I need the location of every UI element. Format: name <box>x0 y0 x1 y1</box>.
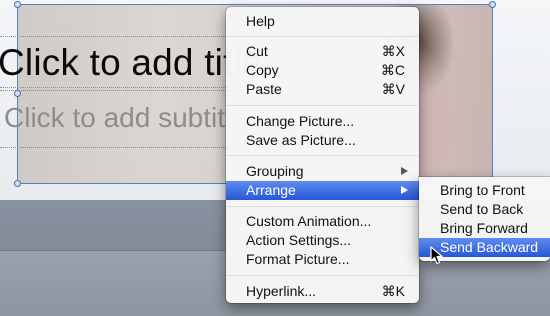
menu-item-label: Action Settings... <box>246 232 352 248</box>
submenu-item-label: Send Backward <box>440 239 539 255</box>
menu-separator <box>227 36 418 37</box>
resize-handle-top-left[interactable] <box>14 1 21 8</box>
menu-item-label: Paste <box>246 81 282 97</box>
context-menu: Help Cut ⌘X Copy ⌘C Paste ⌘V Change Pict… <box>226 7 419 303</box>
menu-item-help[interactable]: Help <box>226 12 419 31</box>
menu-shortcut: ⌘V <box>381 81 405 97</box>
menu-shortcut: ⌘C <box>380 62 405 78</box>
menu-item-label: Hyperlink... <box>246 283 317 299</box>
menu-item-action-settings[interactable]: Action Settings... <box>226 231 419 250</box>
chevron-right-icon <box>401 167 408 175</box>
menu-separator <box>227 105 418 106</box>
resize-handle-bottom-left[interactable] <box>14 180 21 187</box>
menu-item-save-as-picture[interactable]: Save as Picture... <box>226 131 419 150</box>
menu-item-label: Help <box>246 13 275 29</box>
submenu-item-send-to-back[interactable]: Send to Back <box>419 200 550 219</box>
menu-item-label: Copy <box>246 62 279 78</box>
menu-item-arrange[interactable]: Arrange <box>226 181 419 200</box>
arrow-pointer-icon <box>430 246 443 265</box>
menu-item-label: Grouping <box>246 163 304 179</box>
menu-separator <box>227 206 418 207</box>
subtitle-placeholder-text[interactable]: Click to add subtitle <box>4 102 247 134</box>
menu-shortcut: ⌘K <box>381 283 405 299</box>
menu-item-label: Arrange <box>246 182 296 198</box>
submenu-item-bring-forward[interactable]: Bring Forward <box>419 219 550 238</box>
resize-handle-top-right[interactable] <box>489 1 496 8</box>
title-placeholder-text[interactable]: Click to add title <box>0 42 263 84</box>
menu-item-grouping[interactable]: Grouping <box>226 162 419 181</box>
menu-shortcut: ⌘X <box>381 43 405 59</box>
menu-item-cut[interactable]: Cut ⌘X <box>226 42 419 61</box>
chevron-right-icon <box>401 186 408 194</box>
menu-item-custom-animation[interactable]: Custom Animation... <box>226 212 419 231</box>
submenu-item-bring-to-front[interactable]: Bring to Front <box>419 181 550 200</box>
menu-separator <box>227 275 418 276</box>
menu-item-label: Save as Picture... <box>246 132 356 148</box>
menu-item-change-picture[interactable]: Change Picture... <box>226 112 419 131</box>
menu-item-hyperlink[interactable]: Hyperlink... ⌘K <box>226 282 419 301</box>
submenu-item-label: Send to Back <box>440 201 524 217</box>
menu-item-label: Change Picture... <box>246 113 355 129</box>
menu-item-format-picture[interactable]: Format Picture... <box>226 250 419 269</box>
menu-item-label: Cut <box>246 43 268 59</box>
menu-item-label: Format Picture... <box>246 251 350 267</box>
submenu-item-label: Bring to Front <box>440 182 525 198</box>
submenu-item-label: Bring Forward <box>440 220 528 236</box>
menu-item-paste[interactable]: Paste ⌘V <box>226 80 419 99</box>
menu-separator <box>227 155 418 156</box>
menu-item-copy[interactable]: Copy ⌘C <box>226 61 419 80</box>
menu-item-label: Custom Animation... <box>246 213 372 229</box>
